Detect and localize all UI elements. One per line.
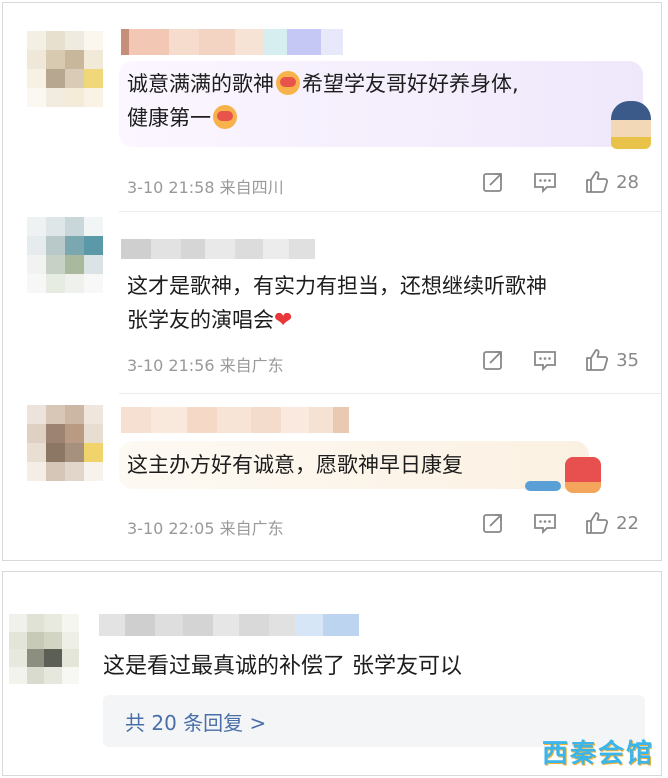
comment-actions: 28	[454, 169, 639, 195]
comment-text-part: 希望学友哥好好养身体,	[302, 72, 519, 96]
comment-text: 这是看过最真诚的补偿了 张学友可以	[103, 654, 462, 679]
like-icon	[586, 512, 609, 534]
love-face-emoji	[213, 105, 237, 129]
share-button[interactable]	[480, 347, 506, 373]
comment-time: 3-10 22:05	[127, 519, 215, 538]
avatar[interactable]	[27, 405, 103, 481]
comment-text-part: 诚意满满的歌神	[127, 72, 274, 96]
comment-time: 3-10 21:58	[127, 178, 215, 197]
like-button[interactable]: 35	[584, 347, 639, 373]
comment-text-part: 这才是歌神，有实力有担当，还想继续听歌神	[127, 274, 547, 298]
comment-location: 来自四川	[219, 178, 284, 197]
comment-item: 诚意满满的歌神 希望学友哥好好养身体, 健康第一 3-10 21:58 来自四川 …	[3, 3, 661, 203]
comment-panel: 诚意满满的歌神 希望学友哥好好养身体, 健康第一 3-10 21:58 来自四川 …	[2, 2, 662, 561]
like-button[interactable]: 22	[584, 510, 639, 536]
comment-text-part: 张学友的演唱会	[127, 308, 274, 332]
reply-button[interactable]	[532, 169, 558, 195]
reply-button[interactable]	[532, 347, 558, 373]
comment-actions: 35	[454, 347, 639, 373]
comment-text-part: 健康第一	[127, 106, 211, 130]
reply-button[interactable]	[532, 510, 558, 536]
username-blurred[interactable]	[121, 239, 315, 259]
watermark-logo: 西秦会馆	[541, 739, 654, 769]
comment-meta: 3-10 21:58 来自四川	[127, 174, 284, 198]
heart-emoji: ❤	[274, 308, 293, 333]
comment-icon	[534, 514, 556, 535]
comment-text: 诚意满满的歌神 希望学友哥好好养身体, 健康第一	[127, 67, 519, 135]
like-count: 28	[616, 171, 639, 193]
divider	[119, 393, 661, 394]
comment-text: 这主办方好有诚意，愿歌神早日康复	[127, 448, 463, 482]
cup-sticker-decoration	[525, 481, 561, 491]
comment-meta: 3-10 21:56 来自广东	[127, 352, 284, 376]
comment-icon	[534, 351, 556, 372]
comment-text: 这才是歌神，有实力有担当，还想继续听歌神 张学友的演唱会❤	[127, 269, 547, 338]
comment-icon	[534, 173, 556, 194]
like-icon	[586, 349, 609, 371]
share-button[interactable]	[480, 169, 506, 195]
comment-time: 3-10 21:56	[127, 356, 215, 375]
username-blurred[interactable]	[121, 407, 349, 433]
username-blurred[interactable]	[99, 614, 359, 636]
comment-text-part: 这主办方好有诚意，愿歌神早日康复	[127, 453, 463, 477]
avatar[interactable]	[27, 217, 103, 293]
avatar[interactable]	[27, 31, 103, 107]
like-count: 35	[616, 349, 639, 371]
share-button[interactable]	[480, 510, 506, 536]
comment-actions: 22	[454, 510, 639, 536]
username-blurred[interactable]	[121, 29, 343, 55]
like-count: 22	[616, 512, 639, 534]
share-icon	[483, 514, 502, 533]
comment-location: 来自广东	[219, 356, 284, 375]
like-icon	[586, 171, 609, 193]
share-icon	[483, 351, 502, 370]
like-button[interactable]: 28	[584, 169, 639, 195]
comment-location: 来自广东	[219, 519, 284, 538]
share-icon	[483, 173, 502, 192]
love-face-emoji	[276, 71, 300, 95]
replies-label: 共 20 条回复 >	[125, 711, 267, 735]
teapot-sticker-decoration	[565, 457, 601, 493]
avatar[interactable]	[9, 614, 79, 684]
girl-sticker-decoration	[611, 101, 651, 149]
comment-meta: 3-10 22:05 来自广东	[127, 515, 284, 539]
divider	[119, 211, 661, 212]
